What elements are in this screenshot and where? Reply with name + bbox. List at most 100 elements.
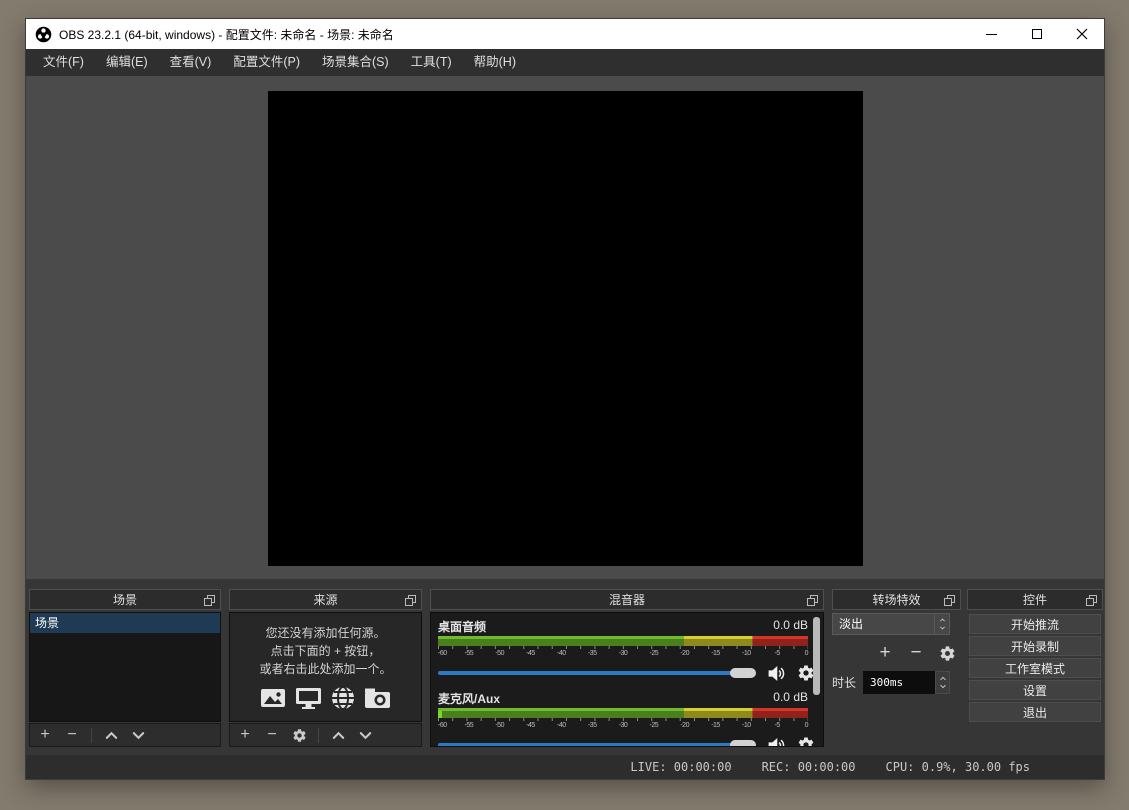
start-streaming-button[interactable]: 开始推流	[969, 614, 1101, 634]
volume-slider[interactable]	[438, 665, 756, 681]
display-icon	[295, 686, 322, 710]
transition-duration-row: 时长 300ms	[832, 671, 961, 694]
popout-icon[interactable]	[807, 595, 818, 606]
add-icon[interactable]: +	[237, 727, 253, 743]
scenes-panel-title: 场景	[113, 591, 137, 608]
duration-spinner[interactable]	[935, 671, 950, 694]
meter-tick-labels: -60-55-50-45-40-35-30-25-20-15-10-50	[438, 722, 808, 731]
maximize-icon[interactable]	[1014, 19, 1059, 49]
mute-speaker-icon[interactable]	[766, 736, 786, 747]
sources-toolbar: + −	[229, 723, 422, 747]
dock-zone: 场景 场景 + − 来源 您还没有添加任何源。 点击下面的 + 按钮，	[26, 579, 1104, 755]
workspace	[26, 76, 1104, 579]
channel-settings-gear-icon[interactable]	[796, 736, 816, 747]
settings-button[interactable]: 设置	[969, 680, 1101, 700]
remove-icon[interactable]: −	[64, 727, 80, 743]
rec-time: REC: 00:00:00	[762, 760, 856, 774]
mixer-panel-title: 混音器	[609, 591, 645, 608]
sources-empty-area[interactable]: 您还没有添加任何源。 点击下面的 + 按钮， 或者右击此处添加一个。	[229, 612, 422, 722]
window-title: OBS 23.2.1 (64-bit, windows) - 配置文件: 未命名…	[59, 26, 394, 43]
image-icon	[260, 686, 286, 710]
close-icon[interactable]	[1059, 19, 1104, 49]
popout-icon[interactable]	[405, 595, 416, 606]
combo-spinner-icons[interactable]	[934, 614, 949, 634]
controls-panel: 控件 开始推流 开始录制 工作室模式 设置 退出	[967, 589, 1103, 722]
mixer-panel: 混音器 桌面音频 0.0 dB -60-55-50-45-40-35-30-25…	[430, 589, 824, 747]
status-bar: LIVE: 00:00:00 REC: 00:00:00 CPU: 0.9%, …	[26, 755, 1104, 779]
meter-input-level	[438, 708, 442, 718]
preview-canvas	[268, 91, 863, 566]
move-up-icon[interactable]	[103, 727, 119, 743]
volume-meter	[438, 708, 808, 718]
channel-level-db: 0.0 dB	[773, 618, 808, 635]
channel-level-db: 0.0 dB	[773, 690, 808, 707]
exit-button[interactable]: 退出	[969, 702, 1101, 722]
sources-panel-header: 来源	[229, 589, 422, 610]
popout-icon[interactable]	[1086, 595, 1097, 606]
remove-transition-icon[interactable]: −	[907, 644, 925, 662]
controls-panel-header: 控件	[967, 589, 1103, 610]
move-down-icon[interactable]	[357, 727, 373, 743]
transition-select[interactable]: 淡出	[832, 613, 950, 635]
scene-list-item[interactable]: 场景	[30, 613, 220, 633]
start-recording-button[interactable]: 开始录制	[969, 636, 1101, 656]
chevron-up-icon	[938, 617, 947, 623]
minimize-icon[interactable]	[969, 19, 1014, 49]
studio-mode-button[interactable]: 工作室模式	[969, 658, 1101, 678]
menu-help[interactable]: 帮助(H)	[463, 49, 527, 76]
scenes-toolbar: + −	[29, 723, 221, 747]
camera-icon	[364, 686, 391, 710]
volume-slider-handle[interactable]	[730, 668, 756, 678]
transitions-panel: 转场特效 淡出 + − 时长 300ms	[832, 589, 961, 694]
channel-name: 麦克风/Aux	[438, 690, 500, 707]
add-transition-icon[interactable]: +	[876, 644, 894, 662]
obs-window: OBS 23.2.1 (64-bit, windows) - 配置文件: 未命名…	[25, 18, 1105, 780]
mixer-content: 桌面音频 0.0 dB -60-55-50-45-40-35-30-25-20-…	[430, 612, 824, 747]
transition-selected-value: 淡出	[833, 614, 934, 634]
chevron-up-icon	[938, 675, 948, 682]
popout-icon[interactable]	[944, 595, 955, 606]
menu-edit[interactable]: 编辑(E)	[95, 49, 159, 76]
duration-input[interactable]: 300ms	[863, 671, 935, 694]
mute-speaker-icon[interactable]	[766, 664, 786, 682]
sources-panel: 来源 您还没有添加任何源。 点击下面的 + 按钮， 或者右击此处添加一个。	[229, 589, 422, 747]
menu-view[interactable]: 查看(V)	[159, 49, 223, 76]
cpu-fps-stats: CPU: 0.9%, 30.00 fps	[886, 760, 1031, 774]
channel-name: 桌面音频	[438, 618, 486, 635]
menu-scene-collection[interactable]: 场景集合(S)	[311, 49, 400, 76]
move-down-icon[interactable]	[130, 727, 146, 743]
add-icon[interactable]: +	[37, 727, 53, 743]
volume-slider[interactable]	[438, 737, 756, 747]
menu-tools[interactable]: 工具(T)	[400, 49, 463, 76]
mixer-channel-desktop-audio: 桌面音频 0.0 dB -60-55-50-45-40-35-30-25-20-…	[438, 618, 823, 682]
move-up-icon[interactable]	[330, 727, 346, 743]
menu-file[interactable]: 文件(F)	[32, 49, 95, 76]
sources-empty-line: 点击下面的 + 按钮，	[271, 643, 381, 660]
properties-gear-icon[interactable]	[291, 727, 307, 743]
meter-tickmarks	[438, 718, 808, 721]
duration-label: 时长	[832, 674, 856, 691]
chevron-down-icon	[938, 625, 947, 631]
transitions-panel-title: 转场特效	[872, 591, 920, 608]
window-controls	[969, 19, 1104, 49]
scene-list: 场景	[29, 612, 221, 722]
toolbar-divider	[91, 728, 92, 743]
live-time: LIVE: 00:00:00	[630, 760, 731, 774]
source-type-icons	[260, 686, 391, 710]
meter-tickmarks	[438, 646, 808, 649]
remove-icon[interactable]: −	[264, 727, 280, 743]
volume-slider-handle[interactable]	[730, 740, 756, 747]
sources-empty-line: 您还没有添加任何源。	[265, 625, 385, 642]
scenes-panel-header: 场景	[29, 589, 221, 610]
meter-tick-labels: -60-55-50-45-40-35-30-25-20-15-10-50	[438, 650, 808, 659]
sources-panel-title: 来源	[313, 591, 337, 608]
transition-properties-gear-icon[interactable]	[938, 644, 956, 662]
menu-bar: 文件(F) 编辑(E) 查看(V) 配置文件(P) 场景集合(S) 工具(T) …	[26, 49, 1104, 76]
sources-empty-line: 或者右击此处添加一个。	[259, 661, 391, 678]
popout-icon[interactable]	[204, 595, 215, 606]
mixer-scrollbar[interactable]	[813, 617, 820, 695]
volume-meter	[438, 636, 808, 646]
toolbar-divider	[318, 728, 319, 743]
controls-panel-title: 控件	[1023, 591, 1047, 608]
menu-profile[interactable]: 配置文件(P)	[222, 49, 311, 76]
